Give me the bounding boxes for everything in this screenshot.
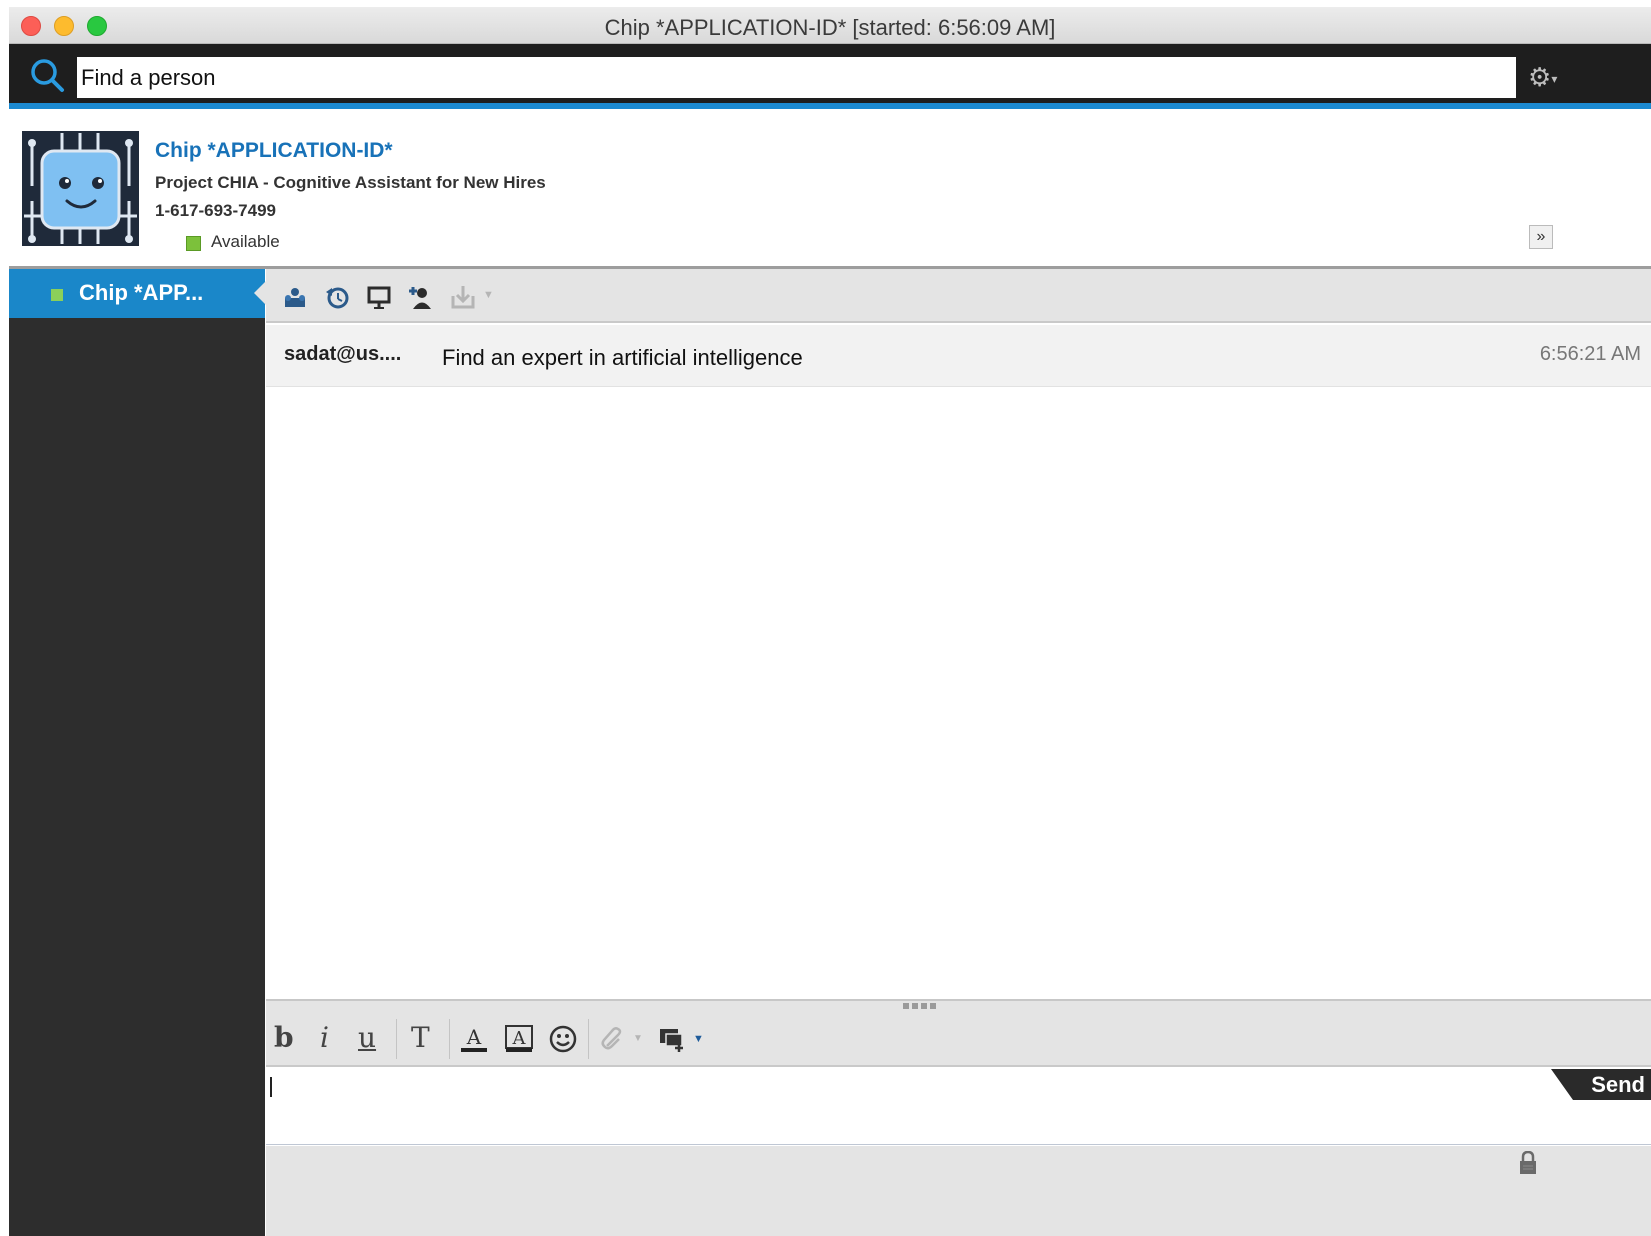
pane-splitter[interactable] xyxy=(266,999,1651,1011)
search-icon[interactable] xyxy=(29,57,65,93)
history-icon[interactable] xyxy=(324,284,350,310)
toolbar-divider xyxy=(396,1019,397,1059)
splitter-grip[interactable] xyxy=(903,1003,939,1009)
message-input[interactable]: Send xyxy=(266,1067,1651,1145)
status-available-icon xyxy=(186,236,201,251)
contact-description: Project CHIA - Cognitive Assistant for N… xyxy=(155,173,546,192)
message-timestamp: 6:56:21 AM xyxy=(1539,343,1641,365)
chat-panel: ▼ sadat@us.... Find an expert in artific… xyxy=(266,269,1651,1236)
chat-toolbar: ▼ xyxy=(266,269,1651,323)
text-caret xyxy=(270,1077,272,1097)
svg-text:A: A xyxy=(466,1025,482,1049)
contact-name[interactable]: Chip *APPLICATION-ID* xyxy=(155,139,393,163)
font-button[interactable]: T xyxy=(411,1021,430,1054)
expand-card-button[interactable]: » xyxy=(1529,225,1553,249)
lock-icon xyxy=(1520,1151,1536,1174)
business-card: Chip *APPLICATION-ID* Project CHIA - Cog… xyxy=(9,115,1651,269)
text-color-icon[interactable]: A xyxy=(459,1024,489,1054)
window-title: Chip *APPLICATION-ID* [started: 6:56:09 … xyxy=(604,15,1056,40)
format-toolbar: b i u T A A ▼ ▼ xyxy=(266,1011,1651,1067)
toolbar-divider xyxy=(588,1019,589,1059)
send-button[interactable]: Send xyxy=(1551,1069,1651,1100)
save-transcript-icon[interactable] xyxy=(450,284,476,310)
gear-icon[interactable]: ⚙▾ xyxy=(1528,64,1568,90)
emoticon-icon[interactable] xyxy=(548,1024,578,1054)
contact-phone: 1-617-693-7499 xyxy=(155,201,276,220)
chevron-down-icon[interactable]: ▼ xyxy=(693,1033,704,1045)
sidebar-item-label: Chip *APP... xyxy=(79,280,204,305)
status-text: Available xyxy=(211,232,280,251)
status-available-icon xyxy=(51,289,63,301)
selection-notch xyxy=(254,281,266,305)
screen-capture-icon[interactable] xyxy=(658,1024,688,1054)
chat-window: Chip *APPLICATION-ID* [started: 6:56:09 … xyxy=(9,7,1651,1236)
screen-share-icon[interactable] xyxy=(366,284,392,310)
chevron-down-icon[interactable]: ▼ xyxy=(633,1033,643,1044)
underline-button[interactable]: u xyxy=(358,1021,376,1054)
toolbar-divider xyxy=(449,1019,450,1059)
italic-button[interactable]: i xyxy=(320,1021,329,1054)
conversation-sidebar: Chip *APP... xyxy=(9,269,266,1236)
add-person-icon[interactable] xyxy=(407,284,433,310)
chevron-down-icon[interactable]: ▼ xyxy=(483,289,494,301)
bold-button[interactable]: b xyxy=(274,1021,294,1054)
message-sender: sadat@us.... xyxy=(284,343,402,365)
highlight-color-icon[interactable]: A xyxy=(504,1024,534,1054)
attachment-icon[interactable] xyxy=(599,1026,627,1054)
status-bar xyxy=(266,1146,1651,1236)
svg-text:A: A xyxy=(512,1028,527,1049)
avatar xyxy=(22,131,139,246)
message-text: Find an expert in artificial intelligenc… xyxy=(442,345,803,370)
search-bar: Find a person ⚙▾ xyxy=(9,44,1651,109)
chat-message: sadat@us.... Find an expert in artificia… xyxy=(266,325,1651,387)
invite-others-icon[interactable] xyxy=(282,284,308,310)
search-input[interactable]: Find a person xyxy=(77,57,1516,98)
sidebar-item-chip[interactable]: Chip *APP... xyxy=(9,269,266,318)
accent-strip xyxy=(9,103,1651,109)
title-bar: Chip *APPLICATION-ID* [started: 6:56:09 … xyxy=(9,7,1651,44)
